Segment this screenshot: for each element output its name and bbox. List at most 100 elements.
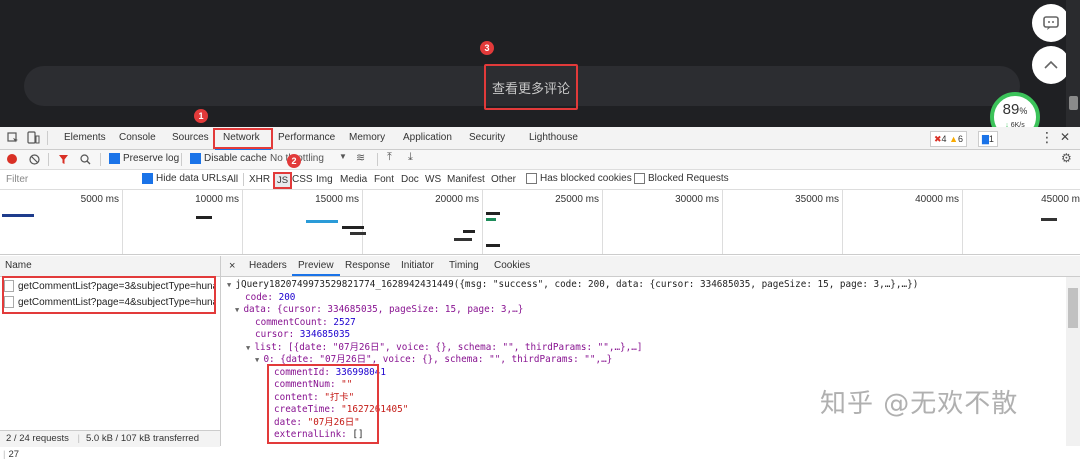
checkbox-icon: [109, 153, 120, 164]
tab-initiator[interactable]: Initiator: [401, 256, 434, 276]
timeline-tick: [602, 190, 603, 254]
timeline-label: 45000 m: [1041, 194, 1080, 205]
tab-preview[interactable]: Preview: [298, 256, 334, 276]
blocked-requests-label: Blocked Requests: [648, 173, 729, 185]
tree-node-data[interactable]: ▼ data: {cursor: 334685035, pageSize: 15…: [235, 304, 523, 316]
chevron-down-icon[interactable]: ▼: [339, 152, 347, 161]
filter-funnel-icon[interactable]: [58, 154, 69, 165]
resources-size: 27: [8, 449, 20, 460]
timeline-tick: [962, 190, 963, 254]
tab-application[interactable]: Application: [403, 127, 452, 149]
feedback-button[interactable]: [1032, 4, 1070, 42]
error-icon: ✖: [934, 134, 942, 144]
page-scrollbar-thumb[interactable]: [1069, 96, 1078, 110]
filter-type-ws[interactable]: WS: [425, 174, 441, 185]
tab-response[interactable]: Response: [345, 256, 390, 276]
timeline-label: 25000 ms: [555, 194, 599, 205]
speed-value: 89: [1002, 101, 1020, 118]
tab-timing[interactable]: Timing: [449, 256, 479, 276]
timeline-tick: [482, 190, 483, 254]
filter-type-font[interactable]: Font: [374, 174, 394, 185]
back-to-top-button[interactable]: [1032, 46, 1070, 84]
field-key: cursor:: [255, 329, 300, 340]
tree-node-list[interactable]: ▼ list: [{date: "07月26日", voice: {}, sch…: [246, 342, 642, 354]
timeline-label: 10000 ms: [195, 194, 239, 205]
tab-elements[interactable]: Elements: [64, 127, 106, 149]
tree-node-root[interactable]: ▼ jQuery1820749973529821774_162894243144…: [227, 279, 918, 291]
filter-type-doc[interactable]: Doc: [401, 174, 419, 185]
root-summary: jQuery1820749973529821774_1628942431449(…: [235, 279, 919, 290]
network-status-bar: 2 / 24 requests | 5.0 kB / 107 kB transfe…: [0, 430, 220, 460]
blocked-cookies-label: Has blocked cookies: [540, 173, 632, 185]
filter-input[interactable]: Filter: [6, 174, 28, 185]
filter-type-media[interactable]: Media: [340, 174, 367, 185]
field-value: 334685035: [299, 329, 351, 340]
hide-data-urls-checkbox[interactable]: Hide data URLs: [142, 173, 227, 184]
close-devtools-icon[interactable]: ✕: [1060, 130, 1070, 144]
filter-type-all[interactable]: All: [227, 174, 238, 185]
comment-fields-highlight: [267, 364, 379, 444]
tab-lighthouse[interactable]: Lighthouse: [529, 127, 578, 149]
timeline-tick: [242, 190, 243, 254]
filter-type-other[interactable]: Other: [491, 174, 516, 185]
tab-sources[interactable]: Sources: [172, 127, 209, 149]
tab-security[interactable]: Security: [469, 127, 505, 149]
timeline-tick: [362, 190, 363, 254]
import-har-icon[interactable]: ⤒: [387, 151, 392, 164]
field-value: 2527: [333, 317, 356, 328]
error-count: 4: [941, 134, 947, 144]
tab-cookies[interactable]: Cookies: [494, 256, 530, 276]
export-har-icon[interactable]: ⤓: [408, 151, 413, 164]
filter-type-manifest[interactable]: Manifest: [447, 174, 485, 185]
network-tab-highlight: [213, 128, 273, 149]
more-options-icon[interactable]: ⋮: [1040, 129, 1054, 146]
tab-headers[interactable]: Headers: [249, 256, 287, 276]
filter-type-js[interactable]: JS: [273, 172, 293, 189]
callout-badge-1: 1: [194, 109, 208, 123]
chevron-up-icon: [1044, 60, 1058, 69]
callout-badge-3: 3: [480, 41, 494, 55]
wifi-settings-icon[interactable]: ≋: [356, 151, 365, 164]
devtools-tabbar: Elements Console Sources Network Perform…: [0, 127, 1080, 150]
preserve-log-checkbox[interactable]: Preserve log: [109, 153, 179, 164]
network-timeline[interactable]: 5000 ms 10000 ms 15000 ms 20000 ms 25000…: [0, 190, 1080, 255]
tab-console[interactable]: Console: [119, 127, 156, 149]
record-icon[interactable]: [7, 154, 17, 164]
disable-cache-checkbox[interactable]: Disable cache: [190, 153, 267, 164]
tab-performance[interactable]: Performance: [278, 127, 335, 149]
callout-badge-2: 2: [287, 154, 301, 168]
divider: [377, 153, 378, 166]
timeline-tick: [842, 190, 843, 254]
more-comments-button[interactable]: 查看更多评论: [484, 64, 578, 110]
timeline-label: 5000 ms: [80, 194, 119, 205]
tab-memory[interactable]: Memory: [349, 127, 385, 149]
blocked-requests-checkbox[interactable]: Blocked Requests: [634, 173, 729, 184]
node-summary: data: {cursor: 334685035, pageSize: 15, …: [243, 304, 524, 315]
filter-type-css[interactable]: CSS: [292, 174, 313, 185]
gear-icon[interactable]: ⚙: [1061, 151, 1072, 165]
preview-scrollbar-thumb[interactable]: [1068, 288, 1078, 328]
timeline-tick: [122, 190, 123, 254]
checkbox-icon: [634, 173, 645, 184]
filter-bar: Filter Hide data URLs All XHR JS CSS Img…: [0, 170, 1080, 190]
timeline-label: 30000 ms: [675, 194, 719, 205]
filter-type-xhr[interactable]: XHR: [249, 174, 270, 185]
request-list-header[interactable]: Name: [0, 256, 220, 277]
watermark: 知乎 @无欢不散: [820, 389, 1019, 419]
blocked-cookies-checkbox[interactable]: Has blocked cookies: [526, 173, 632, 184]
timeline-tick: [722, 190, 723, 254]
inspect-element-icon[interactable]: [7, 132, 19, 144]
divider: [100, 153, 101, 166]
name-column-header: Name: [5, 260, 32, 271]
filter-type-img[interactable]: Img: [316, 174, 333, 185]
issues-counter[interactable]: ✖4 ▲6: [930, 131, 968, 147]
close-detail-icon[interactable]: ×: [229, 256, 235, 276]
warning-icon: ▲: [949, 134, 958, 144]
search-icon[interactable]: [80, 154, 91, 165]
clear-icon[interactable]: [29, 154, 40, 165]
detail-tabbar: × Headers Preview Response Initiator Tim…: [221, 256, 1080, 277]
page-viewport: 查看更多评论 3: [0, 0, 1080, 127]
device-toggle-icon[interactable]: [27, 131, 40, 145]
checkbox-icon: [190, 153, 201, 164]
messages-counter[interactable]: ▇1: [978, 131, 998, 147]
